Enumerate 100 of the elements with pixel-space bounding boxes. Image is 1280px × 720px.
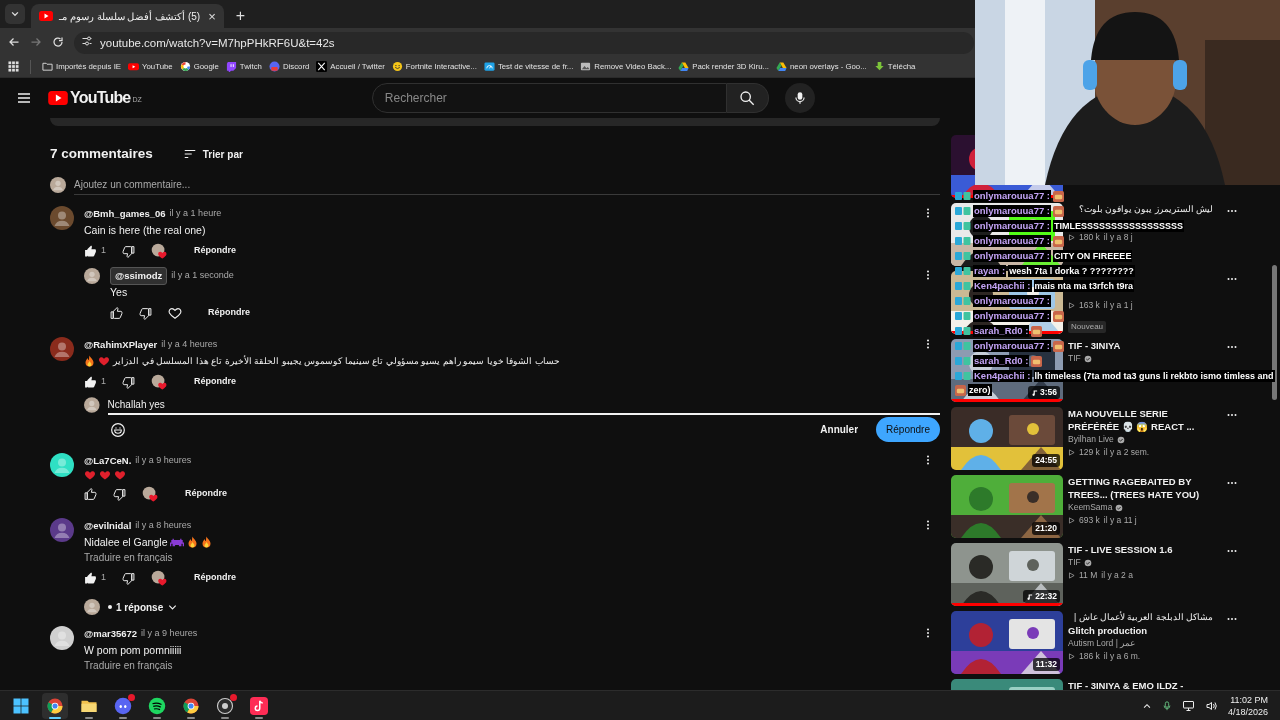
video-title[interactable]: MA NOUVELLE SERIE PRÉFÉRÉE 💀 😱 REACT ... — [1068, 407, 1213, 433]
author-name[interactable]: @RahimXPlayer — [84, 337, 158, 353]
translate-link[interactable]: Traduire en français — [84, 550, 173, 565]
sort-button[interactable]: Trier par — [182, 146, 243, 162]
channel-name[interactable]: Autism Lord | عمر — [1068, 637, 1136, 650]
chat-username: sarah_Rd0 : — [973, 325, 1030, 337]
like-button[interactable] — [110, 306, 123, 320]
video-title[interactable]: GETTING RAGEBAITED BY TREES... (TREES HATE YOU) — [1068, 475, 1213, 501]
reply-button[interactable]: Répondre — [200, 302, 258, 324]
translate-link[interactable]: Traduire en français — [84, 658, 173, 673]
forward-button[interactable] — [30, 36, 42, 48]
speaker-icon[interactable] — [1204, 699, 1218, 712]
author-name[interactable]: @evilnidal — [84, 518, 132, 534]
chat-username: onlymarouua77 : — [973, 235, 1052, 247]
heart-icon — [98, 355, 110, 367]
chevron-down-icon — [10, 9, 20, 19]
reply-button[interactable]: Répondre — [186, 567, 245, 589]
clock-date[interactable]: 4/18/2026 — [1227, 705, 1268, 718]
chat-username: onlymarouua77 : — [973, 295, 1052, 307]
browser-tab[interactable]: (5) أكتشف أفضل سلسلة رسوم مـ × — [31, 4, 224, 28]
dislike-button[interactable] — [122, 571, 135, 585]
windows-icon — [12, 696, 30, 715]
new-badge: Nouveau — [1068, 321, 1107, 333]
reply-button[interactable]: Répondre — [177, 483, 235, 505]
site-settings-icon[interactable] — [81, 35, 93, 47]
comment-time[interactable]: il y a 1 seconde — [171, 269, 234, 283]
youtube-logo-icon[interactable] — [48, 91, 68, 105]
spotify-icon — [148, 696, 166, 715]
close-tab-button[interactable]: × — [206, 9, 218, 23]
voice-search-button[interactable] — [784, 83, 815, 113]
tab-list-button[interactable] — [5, 4, 25, 24]
comment-time[interactable]: il y a 9 heures — [141, 627, 198, 641]
duration-label: 21:20 — [1032, 522, 1060, 535]
clock-time[interactable]: 11:02 PM — [1230, 693, 1268, 706]
channel-name[interactable]: Byilhan Live — [1068, 433, 1114, 446]
author-name[interactable]: @Bmh_games_06 — [84, 206, 166, 222]
video-title[interactable]: TIF - 3INIYA — [1068, 339, 1213, 352]
duration-label: 22:32 — [1023, 590, 1060, 603]
cancel-button[interactable]: Annuler — [810, 417, 869, 442]
video-title[interactable]: Glitch production — [1068, 624, 1213, 637]
chat-badge-icon — [955, 357, 971, 365]
user-avatar — [84, 397, 100, 413]
like-button[interactable] — [84, 487, 97, 501]
menu-button[interactable] — [16, 90, 32, 106]
comment-time[interactable]: il y a 9 heures — [135, 454, 192, 468]
reply-submit-button[interactable]: Répondre — [876, 417, 940, 442]
scrollbar-thumb[interactable] — [1272, 265, 1277, 400]
reply-button[interactable]: Répondre — [186, 371, 245, 393]
dislike-button[interactable] — [122, 244, 135, 258]
heart-button[interactable] — [168, 306, 182, 320]
thumbs-up-filled-icon — [84, 571, 97, 585]
reply-input[interactable]: Nchallah yes — [107, 395, 940, 415]
channel-name[interactable]: TIF — [1068, 352, 1081, 365]
back-icon — [8, 36, 20, 48]
video-title[interactable]: TIF - 3INIYA & EMO ILDZ - — [1068, 679, 1213, 690]
new-tab-button[interactable]: + — [229, 8, 252, 24]
view-replies-button[interactable]: 1 réponse — [108, 599, 179, 615]
logo-text[interactable]: YouTube — [70, 86, 131, 110]
duration-label: 3:56 — [1028, 386, 1060, 399]
thumbs-down-icon — [122, 375, 135, 389]
channel-name[interactable]: TIF — [1068, 556, 1081, 569]
comment-time[interactable]: il y a 1 heure — [169, 207, 222, 221]
search-button[interactable] — [726, 83, 769, 113]
chat-badge-icon — [955, 312, 971, 320]
video-title[interactable]: مشاكل الدبلجة العربية لأعمال عاش | — [1068, 611, 1213, 624]
forward-icon — [30, 36, 42, 48]
dislike-button[interactable] — [122, 375, 135, 389]
chrome-icon — [182, 696, 200, 715]
back-button[interactable] — [8, 36, 20, 48]
chat-username: rayan : — [973, 265, 1007, 277]
image-icon — [580, 61, 592, 72]
chat-badge-icon — [955, 282, 971, 290]
reload-button[interactable] — [52, 36, 64, 48]
video-title[interactable]: TIF - LIVE SESSION 1.6 — [1068, 543, 1213, 556]
creator-name-badge[interactable]: @ssimodz — [110, 266, 168, 286]
dislike-button[interactable] — [113, 487, 126, 501]
like-button[interactable] — [84, 571, 97, 585]
like-button[interactable] — [84, 244, 97, 258]
video-title[interactable]: ليش الستريمرز يبون يوافون بلوت؟ — [1068, 203, 1213, 216]
comment-text: Cain is here (the real one) — [84, 223, 206, 238]
emoji-button[interactable] — [110, 421, 126, 438]
thumbs-down-icon — [122, 571, 135, 585]
search-field[interactable]: Rechercher — [371, 83, 727, 113]
apps-grid-icon[interactable] — [8, 61, 19, 72]
microphone-icon[interactable] — [1161, 699, 1172, 712]
author-name[interactable]: @La7CeN. — [84, 453, 132, 469]
chat-badge-icon — [955, 207, 971, 215]
comment-text: Yes — [110, 285, 128, 300]
comment-input[interactable]: Ajoutez un commentaire... — [74, 175, 940, 195]
chat-message: TIMLESSSSSSSSSSSSSSSSS — [1053, 220, 1185, 232]
like-button[interactable] — [84, 375, 97, 389]
author-name[interactable]: @mar35672 — [84, 626, 138, 642]
channel-name[interactable]: KeemSama — [1068, 501, 1113, 514]
address-field[interactable]: youtube.com/watch?v=M7hpPHkRF6U&t=42s — [74, 32, 974, 54]
reply-button[interactable]: Répondre — [186, 240, 245, 262]
comment-time[interactable]: il y a 4 heures — [161, 338, 218, 352]
dislike-button[interactable] — [139, 306, 152, 320]
display-icon[interactable] — [1181, 699, 1195, 712]
taskbar-app-button[interactable] — [42, 692, 68, 719]
comment-time[interactable]: il y a 8 heures — [135, 519, 192, 533]
